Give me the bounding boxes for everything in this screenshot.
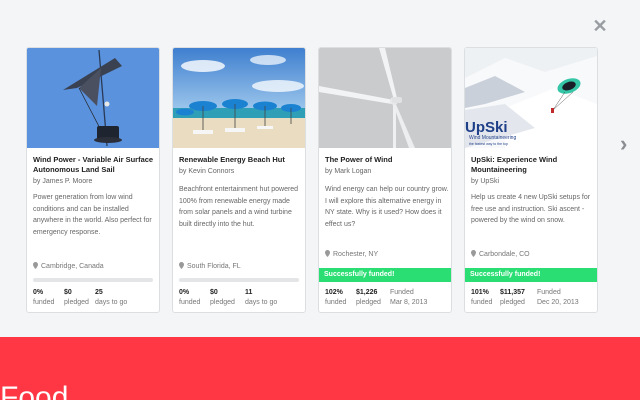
category-banner[interactable]: Food bbox=[0, 337, 640, 400]
next-arrow-icon[interactable]: › bbox=[620, 133, 636, 155]
upski-logo-sub: Wind Mountaineering bbox=[469, 135, 516, 141]
project-location[interactable]: Carbondale, CO bbox=[471, 250, 530, 258]
location-label: Cambridge, Canada bbox=[41, 263, 104, 270]
project-image[interactable] bbox=[173, 48, 305, 148]
stat-funded: 0% funded bbox=[33, 289, 55, 306]
stat-funded-date: Funded Mar 8, 2013 bbox=[390, 289, 428, 306]
project-title[interactable]: The Power of Wind bbox=[325, 155, 449, 165]
project-image[interactable]: UpSki Wind Mountaineering the fastest wa… bbox=[465, 48, 597, 148]
project-location[interactable]: Cambridge, Canada bbox=[33, 262, 104, 270]
stat-funded: 101% funded bbox=[471, 289, 493, 306]
project-location[interactable]: Rochester, NY bbox=[325, 250, 378, 258]
project-stats: 0% funded $0 pledged 11 days to go bbox=[179, 288, 295, 307]
stat-days-to-go: 11 days to go bbox=[245, 289, 278, 306]
stat-pledged: $11,357 pledged bbox=[500, 289, 525, 306]
stat-pledged: $0 pledged bbox=[210, 289, 235, 306]
stat-funded: 102% funded bbox=[325, 289, 347, 306]
project-image[interactable] bbox=[27, 48, 159, 148]
project-author[interactable]: by UpSki bbox=[471, 178, 499, 185]
project-blurb: Beachfront entertainment hut powered 100… bbox=[179, 186, 299, 228]
stat-pledged: $1,226 pledged bbox=[356, 289, 381, 306]
project-author[interactable]: by Kevin Connors bbox=[179, 168, 234, 175]
upski-logo-tag: the fastest way to the top bbox=[469, 142, 508, 146]
project-stats: 0% funded $0 pledged 25 days to go bbox=[33, 288, 145, 307]
project-location[interactable]: South Florida, FL bbox=[179, 262, 241, 270]
close-icon[interactable]: ✕ bbox=[592, 17, 608, 35]
project-blurb: Wind energy can help our country grow. I… bbox=[325, 186, 449, 228]
funding-progress-bar bbox=[179, 278, 299, 282]
category-title[interactable]: Food bbox=[0, 383, 68, 400]
stat-days-to-go: 25 days to go bbox=[95, 289, 128, 306]
stat-pledged: $0 pledged bbox=[64, 289, 89, 306]
project-title[interactable]: Wind Power - Variable Air Surface Autono… bbox=[33, 155, 157, 175]
project-card[interactable]: Wind Power - Variable Air Surface Autono… bbox=[26, 47, 160, 313]
location-pin-icon bbox=[471, 250, 476, 257]
upski-logo: UpSki bbox=[465, 119, 508, 136]
project-card[interactable]: Renewable Energy Beach Hut by Kevin Conn… bbox=[172, 47, 306, 313]
location-pin-icon bbox=[179, 262, 184, 269]
funding-progress-bar bbox=[33, 278, 153, 282]
location-pin-icon bbox=[33, 262, 38, 269]
funded-status-banner: Successfully funded! bbox=[319, 268, 451, 282]
project-stats: 101% funded $11,357 pledged Funded Dec 20, … bbox=[471, 288, 592, 307]
stat-funded-date: Funded Dec 20, 2013 bbox=[537, 289, 579, 306]
project-card[interactable]: The Power of Wind by Mark Logan Wind ene… bbox=[318, 47, 452, 313]
location-label: Carbondale, CO bbox=[479, 251, 530, 258]
project-card[interactable]: UpSki Wind Mountaineering the fastest wa… bbox=[464, 47, 598, 313]
location-label: South Florida, FL bbox=[187, 263, 241, 270]
project-image[interactable] bbox=[319, 48, 451, 148]
funded-status-banner: Successfully funded! bbox=[465, 268, 597, 282]
project-title[interactable]: UpSki: Experience Wind Mountaineering bbox=[471, 155, 595, 175]
project-author[interactable]: by James P. Moore bbox=[33, 178, 92, 185]
location-label: Rochester, NY bbox=[333, 251, 379, 258]
project-author[interactable]: by Mark Logan bbox=[325, 168, 371, 175]
project-carousel-overlay: ✕ › Wind Power - Variable Air Surface Au… bbox=[0, 0, 640, 337]
project-stats: 102% funded $1,226 pledged Funded Mar 8, 20… bbox=[325, 288, 445, 307]
location-pin-icon bbox=[325, 250, 330, 257]
stat-funded: 0% funded bbox=[179, 289, 201, 306]
project-title[interactable]: Renewable Energy Beach Hut bbox=[179, 155, 303, 165]
project-blurb: Power generation from low wind condition… bbox=[33, 194, 152, 236]
project-blurb: Help us create 4 new UpSki setups for fr… bbox=[471, 194, 591, 225]
